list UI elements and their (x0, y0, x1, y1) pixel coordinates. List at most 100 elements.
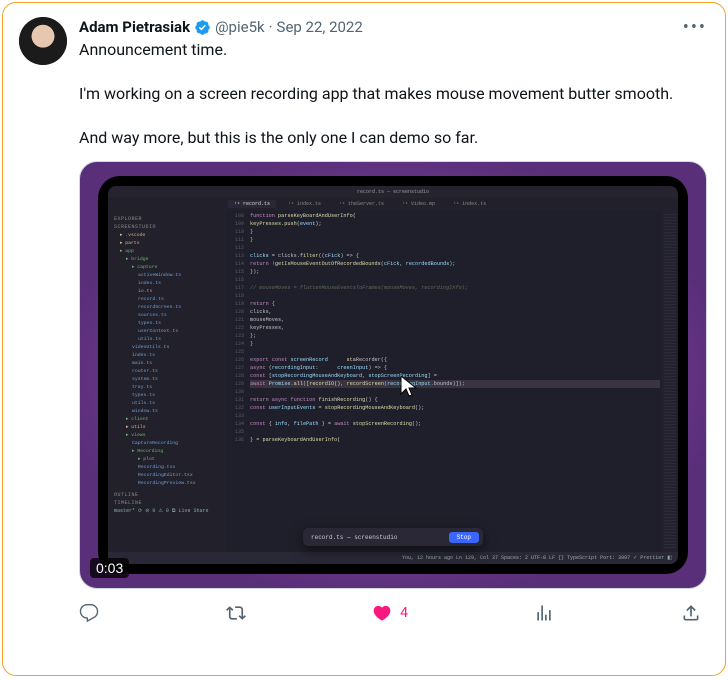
tree-item[interactable]: index.ts (114, 352, 220, 360)
retweet-button[interactable] (226, 603, 246, 623)
status-right: You, 12 hours ago Ln 129, Col 37 Spaces:… (402, 555, 672, 561)
explorer-label: EXPLORER (114, 216, 220, 222)
tree-item[interactable]: RecordingPreview.tsx (114, 480, 220, 488)
tablet-frame: record.ts — screenstudio ᵗˢ record.tsᵗˢ … (98, 176, 688, 574)
tree-item[interactable]: ▸ plot (114, 456, 220, 464)
tweet-card: ••• Adam Pietrasiak @pie5k · Sep 22, 202… (2, 2, 726, 676)
tree-item[interactable]: index.ts (114, 280, 220, 288)
tree-item[interactable]: utils.ts (114, 336, 220, 344)
tree-item[interactable]: sources.ts (114, 312, 220, 320)
code-line: return { (250, 300, 660, 308)
separator: · (269, 17, 273, 37)
code-line: export const screenRecord staRecorder({ (250, 356, 660, 364)
code-line: const [stopRecordingMouseAndKeyboard, st… (250, 372, 660, 380)
tree-item[interactable]: RecordingEditor.tsx (114, 472, 220, 480)
code-line: function parseKeyBoardAndUserInfo( (250, 212, 660, 220)
code-line: }; (250, 332, 660, 340)
status-bar: You, 12 hours ago Ln 129, Col 37 Spaces:… (108, 552, 678, 564)
tree-item[interactable]: ▸ utils (114, 424, 220, 432)
editor-tab[interactable]: ᵗˢ theServer.ts (333, 200, 390, 208)
branch-status: master* ⟳ ⊘ 0 ⚠ 0 ⧉ Live Share (114, 508, 220, 514)
editor-tab[interactable]: ᵗˢ Video.mp (396, 200, 441, 208)
tree-item[interactable]: types.ts (114, 392, 220, 400)
outline-label: OUTLINE (114, 492, 220, 498)
editor-tabbar: ᵗˢ record.ts ᵗˢ index.ts ᵗˢ theServer.ts ᵗˢ… (108, 198, 678, 210)
reply-button[interactable] (79, 603, 99, 623)
tree-item[interactable]: tray.ts (114, 384, 220, 392)
views-button[interactable] (534, 603, 554, 623)
tree-item[interactable]: recordScreen.ts (114, 304, 220, 312)
like-button[interactable]: 4 (372, 603, 408, 623)
project-name: SCREENSTUDIO (114, 224, 220, 230)
more-button[interactable]: ••• (679, 13, 711, 42)
code-line (250, 292, 660, 300)
code-line (250, 276, 660, 284)
tree-item[interactable]: ▸ .vscode (114, 232, 220, 240)
tree-item[interactable]: main.ts (114, 360, 220, 368)
code-line: keyPresses.push(event); (250, 220, 660, 228)
code-line: } (250, 236, 660, 244)
code-line: const { info, filePath } = await stopScr… (250, 420, 660, 428)
like-count: 4 (400, 605, 408, 621)
tweet-text: Announcement time. I'm working on a scre… (79, 39, 709, 149)
code-line (250, 428, 660, 436)
code-line: }); (250, 268, 660, 276)
editor-tab[interactable]: ᵗˢ index.ts (282, 200, 327, 208)
window-titlebar: record.ts — screenstudio (108, 186, 678, 198)
tree-item[interactable]: userContext.ts (114, 328, 220, 336)
code-editor: 1081091101111121131141151161171181191201… (226, 210, 678, 552)
tree-item[interactable]: ▸ parts (114, 240, 220, 248)
verified-badge-icon (194, 19, 211, 36)
code-line (250, 412, 660, 420)
tree-item[interactable]: system.ts (114, 376, 220, 384)
tree-item[interactable]: videoUtils.ts (114, 344, 220, 352)
timeline-label: TIMELINE (114, 500, 220, 506)
editor-tab[interactable]: ᵗˢ index.ts (447, 200, 492, 208)
editor-screen: record.ts — screenstudio ᵗˢ record.tsᵗˢ … (108, 186, 678, 564)
tree-item[interactable]: ▸ client (114, 416, 220, 424)
code-line: await Promise.all([recordIO(), recordScr… (250, 380, 660, 388)
tree-item[interactable]: ▸ views (114, 432, 220, 440)
code-line (250, 244, 660, 252)
code-line: async (recordingInput: creenInput) => { (250, 364, 660, 372)
tree-item[interactable]: CaptureRecording (114, 440, 220, 448)
tweet-actions: 4 (79, 603, 709, 623)
code-line: keyPresses, (250, 324, 660, 332)
video-media[interactable]: record.ts — screenstudio ᵗˢ record.tsᵗˢ … (79, 161, 707, 589)
code-line: // mouseMoves = flattenMouseEventsToFram… (250, 284, 660, 292)
code-line: clicks = clicks.filter((cFick) => { (250, 252, 660, 260)
author-name[interactable]: Adam Pietrasiak (79, 17, 190, 37)
code-line: mouseMoves, (250, 316, 660, 324)
tree-item[interactable]: io.ts (114, 288, 220, 296)
minimap (662, 210, 678, 552)
avatar[interactable] (19, 17, 67, 65)
tree-item[interactable]: ▸ bridge (114, 256, 220, 264)
recording-pill: record.ts — screenstudio Stop (303, 528, 483, 546)
share-button[interactable] (681, 603, 701, 623)
tree-item[interactable]: utils.ts (114, 400, 220, 408)
recording-pill-title: record.ts — screenstudio (311, 534, 397, 541)
tree-item[interactable]: ▸ Recording (114, 448, 220, 456)
stop-button[interactable]: Stop (449, 532, 479, 543)
code-line: return !getIsMouseEventOutOfRecordedBoun… (250, 260, 660, 268)
code-line: return async function finishRecording() … (250, 396, 660, 404)
code-line: } = parseKeyboardAndUserInfo( (250, 436, 660, 444)
code-line (250, 388, 660, 396)
code-line (250, 348, 660, 356)
cursor-icon (398, 374, 422, 407)
tree-item[interactable]: router.ts (114, 368, 220, 376)
tree-item[interactable]: ▸ app (114, 248, 220, 256)
tree-item[interactable]: ▸ capture (114, 264, 220, 272)
tree-item[interactable]: Recording.tsx (114, 464, 220, 472)
tree-item[interactable]: activeWindow.ts (114, 272, 220, 280)
explorer-sidebar: EXPLORER SCREENSTUDIO ▸ .vscode▸ parts▸ … (108, 210, 226, 552)
code-line: } (250, 228, 660, 236)
tree-item[interactable]: record.ts (114, 296, 220, 304)
tree-item[interactable]: window.ts (114, 408, 220, 416)
author-handle[interactable]: @pie5k (215, 17, 265, 37)
code-line: clicks, (250, 308, 660, 316)
editor-tab[interactable]: ᵗˢ record.ts (228, 200, 276, 208)
tree-item[interactable]: types.ts (114, 320, 220, 328)
tweet-date[interactable]: Sep 22, 2022 (277, 17, 363, 37)
code-line: const userInputEvents = stopRecordingMou… (250, 404, 660, 412)
